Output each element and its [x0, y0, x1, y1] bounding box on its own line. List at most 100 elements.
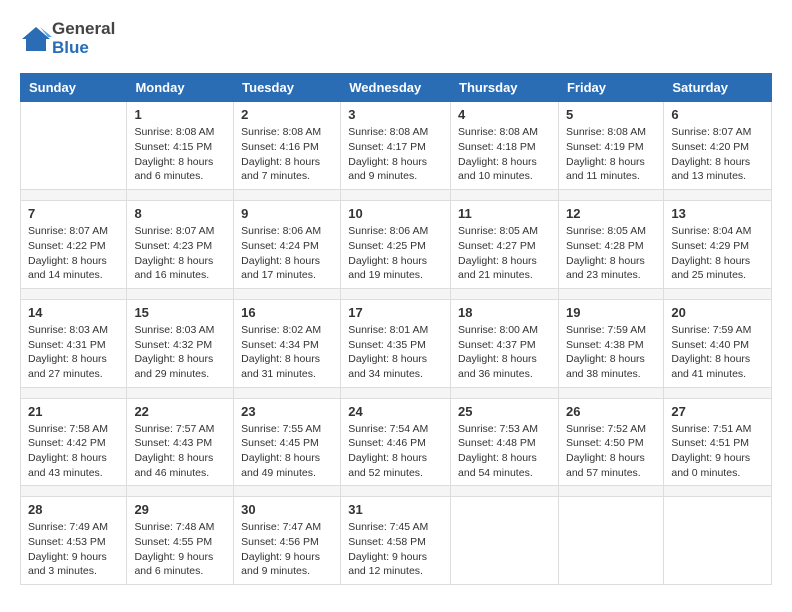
day-info: Sunrise: 8:06 AMSunset: 4:24 PMDaylight:… [241, 224, 333, 283]
day-info: Sunrise: 7:59 AMSunset: 4:40 PMDaylight:… [671, 323, 764, 382]
day-info: Sunrise: 7:55 AMSunset: 4:45 PMDaylight:… [241, 422, 333, 481]
separator-cell [234, 288, 341, 299]
header-thursday: Thursday [451, 74, 559, 102]
calendar-cell: 15 Sunrise: 8:03 AMSunset: 4:32 PMDayligh… [127, 299, 234, 387]
day-info: Sunrise: 8:08 AMSunset: 4:18 PMDaylight:… [458, 125, 551, 184]
separator-cell [127, 288, 234, 299]
day-number: 18 [458, 305, 551, 320]
separator-cell [341, 486, 451, 497]
separator-cell [664, 486, 772, 497]
calendar-week-row: 21Sunrise: 7:58 AMSunset: 4:42 PMDayligh… [21, 398, 772, 486]
day-number: 16 [241, 305, 333, 320]
calendar-cell: 30Sunrise: 7:47 AMSunset: 4:56 PMDayligh… [234, 497, 341, 585]
separator-cell [451, 387, 559, 398]
day-info: Sunrise: 8:07 AMSunset: 4:20 PMDaylight:… [671, 125, 764, 184]
calendar-week-row: 28Sunrise: 7:49 AMSunset: 4:53 PMDayligh… [21, 497, 772, 585]
separator-cell [451, 190, 559, 201]
day-info: Sunrise: 8:01 AMSunset: 4:35 PMDaylight:… [348, 323, 443, 382]
header-monday: Monday [127, 74, 234, 102]
day-info: Sunrise: 7:45 AMSunset: 4:58 PMDaylight:… [348, 520, 443, 579]
calendar-cell: 13Sunrise: 8:04 AMSunset: 4:29 PMDayligh… [664, 201, 772, 289]
day-number: 9 [241, 206, 333, 221]
week-separator [21, 190, 772, 201]
day-info: Sunrise: 7:54 AMSunset: 4:46 PMDaylight:… [348, 422, 443, 481]
day-number: 13 [671, 206, 764, 221]
separator-cell [21, 288, 127, 299]
header-friday: Friday [558, 74, 663, 102]
separator-cell [664, 387, 772, 398]
separator-cell [558, 288, 663, 299]
separator-cell [664, 288, 772, 299]
day-info: Sunrise: 8:00 AMSunset: 4:37 PMDaylight:… [458, 323, 551, 382]
day-number: 31 [348, 502, 443, 517]
day-info: Sunrise: 8:03 AMSunset: 4:32 PMDaylight:… [134, 323, 226, 382]
day-info: Sunrise: 7:53 AMSunset: 4:48 PMDaylight:… [458, 422, 551, 481]
day-number: 14 [28, 305, 119, 320]
day-number: 24 [348, 404, 443, 419]
day-number: 11 [458, 206, 551, 221]
day-number: 22 [134, 404, 226, 419]
calendar-header-row: SundayMondayTuesdayWednesdayThursdayFrid… [21, 74, 772, 102]
calendar-cell: 5Sunrise: 8:08 AMSunset: 4:19 PMDaylight… [558, 102, 663, 190]
day-number: 29 [134, 502, 226, 517]
logo-general: General [52, 19, 115, 38]
day-number: 27 [671, 404, 764, 419]
separator-cell [341, 190, 451, 201]
calendar-cell: 28Sunrise: 7:49 AMSunset: 4:53 PMDayligh… [21, 497, 127, 585]
day-info: Sunrise: 7:48 AMSunset: 4:55 PMDaylight:… [134, 520, 226, 579]
day-number: 2 [241, 107, 333, 122]
calendar-cell: 25 Sunrise: 7:53 AMSunset: 4:48 PMDayligh… [451, 398, 559, 486]
day-number: 12 [566, 206, 656, 221]
separator-cell [21, 190, 127, 201]
day-number: 19 [566, 305, 656, 320]
logo-blue: Blue [52, 38, 89, 57]
week-separator [21, 486, 772, 497]
calendar-cell: 3Sunrise: 8:08 AMSunset: 4:17 PMDaylight… [341, 102, 451, 190]
separator-cell [127, 190, 234, 201]
calendar-cell [558, 497, 663, 585]
header-sunday: Sunday [21, 74, 127, 102]
day-number: 15 [134, 305, 226, 320]
calendar-cell: 21Sunrise: 7:58 AMSunset: 4:42 PMDayligh… [21, 398, 127, 486]
calendar-cell: 27 Sunrise: 7:51 AMSunset: 4:51 PMDayligh… [664, 398, 772, 486]
day-number: 7 [28, 206, 119, 221]
logo: General Blue [20, 20, 115, 57]
day-info: Sunrise: 8:07 AMSunset: 4:23 PMDaylight:… [134, 224, 226, 283]
header-wednesday: Wednesday [341, 74, 451, 102]
calendar-cell: 8Sunrise: 8:07 AMSunset: 4:23 PMDaylight… [127, 201, 234, 289]
separator-cell [341, 387, 451, 398]
day-info: Sunrise: 8:02 AMSunset: 4:34 PMDaylight:… [241, 323, 333, 382]
calendar-cell: 20Sunrise: 7:59 AMSunset: 4:40 PMDayligh… [664, 299, 772, 387]
logo-icon [20, 25, 52, 53]
day-number: 23 [241, 404, 333, 419]
calendar-week-row: 7 Sunrise: 8:07 AMSunset: 4:22 PMDaylight… [21, 201, 772, 289]
calendar-cell: 11Sunrise: 8:05 AMSunset: 4:27 PMDayligh… [451, 201, 559, 289]
calendar-week-row: 1Sunrise: 8:08 AMSunset: 4:15 PMDaylight… [21, 102, 772, 190]
calendar-cell [664, 497, 772, 585]
calendar-cell: 18 Sunrise: 8:00 AMSunset: 4:37 PMDayligh… [451, 299, 559, 387]
calendar-cell: 22Sunrise: 7:57 AMSunset: 4:43 PMDayligh… [127, 398, 234, 486]
header-saturday: Saturday [664, 74, 772, 102]
separator-cell [558, 387, 663, 398]
calendar-cell: 16 Sunrise: 8:02 AMSunset: 4:34 PMDayligh… [234, 299, 341, 387]
calendar-cell: 17 Sunrise: 8:01 AMSunset: 4:35 PMDayligh… [341, 299, 451, 387]
separator-cell [21, 387, 127, 398]
separator-cell [234, 387, 341, 398]
calendar-cell: 31 Sunrise: 7:45 AMSunset: 4:58 PMDayligh… [341, 497, 451, 585]
day-number: 25 [458, 404, 551, 419]
separator-cell [558, 486, 663, 497]
day-number: 28 [28, 502, 119, 517]
day-info: Sunrise: 8:07 AMSunset: 4:22 PMDaylight:… [28, 224, 119, 283]
day-number: 3 [348, 107, 443, 122]
day-number: 17 [348, 305, 443, 320]
separator-cell [127, 486, 234, 497]
day-number: 30 [241, 502, 333, 517]
separator-cell [234, 190, 341, 201]
day-number: 1 [134, 107, 226, 122]
day-info: Sunrise: 8:08 AMSunset: 4:16 PMDaylight:… [241, 125, 333, 184]
day-info: Sunrise: 7:51 AMSunset: 4:51 PMDaylight:… [671, 422, 764, 481]
day-number: 26 [566, 404, 656, 419]
day-number: 10 [348, 206, 443, 221]
day-info: Sunrise: 7:59 AMSunset: 4:38 PMDaylight:… [566, 323, 656, 382]
day-info: Sunrise: 7:52 AMSunset: 4:50 PMDaylight:… [566, 422, 656, 481]
